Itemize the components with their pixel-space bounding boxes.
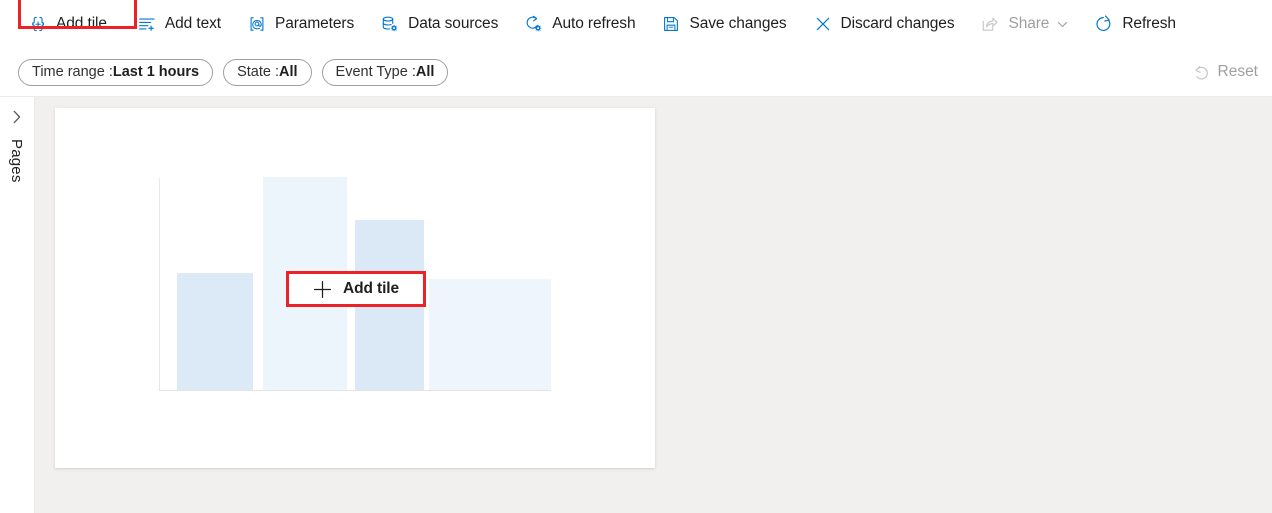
filter-pill-event-type-key: Event Type : [335, 64, 416, 80]
filter-pill-time-range-value: Last 1 hours [112, 64, 200, 80]
filter-bar: Time range : Last 1 hours State : All Ev… [0, 48, 1272, 97]
empty-tile-card: Add tile [55, 108, 655, 468]
refresh-circle-icon [1095, 15, 1113, 33]
command-toolbar: Add tile Add text Parameters Data source… [0, 0, 1272, 48]
share-label: Share [1008, 15, 1050, 32]
share-button[interactable]: Share [974, 8, 1077, 40]
chart-bar [498, 279, 551, 390]
filter-pill-state-value: All [279, 64, 298, 80]
parameters-button[interactable]: Parameters [241, 8, 363, 40]
reset-filters-button[interactable]: Reset [1185, 56, 1267, 88]
text-lines-plus-icon [138, 15, 156, 33]
filter-pill-state-key: State : [237, 64, 279, 80]
plus-icon [313, 280, 332, 299]
add-tile-button[interactable]: Add tile [18, 0, 137, 40]
save-changes-button[interactable]: Save changes [655, 8, 795, 40]
chevron-down-icon [1057, 19, 1068, 30]
refresh-label: Refresh [1122, 15, 1176, 32]
refresh-gear-icon [525, 15, 543, 33]
save-changes-label: Save changes [689, 15, 787, 32]
filter-pill-event-type-value: All [415, 64, 435, 80]
chart-x-axis [159, 390, 551, 391]
discard-changes-button[interactable]: Discard changes [807, 8, 964, 40]
close-x-icon [814, 15, 832, 33]
braces-plus-icon [29, 15, 47, 33]
chart-bar [176, 272, 254, 390]
chart-y-axis [159, 178, 160, 391]
chevron-right-icon[interactable] [9, 109, 25, 125]
add-tile-label: Add tile [56, 15, 107, 32]
add-text-button[interactable]: Add text [131, 8, 230, 40]
add-tile-overlay-button[interactable]: Add tile [286, 271, 426, 307]
auto-refresh-button[interactable]: Auto refresh [518, 8, 644, 40]
reset-filters-label: Reset [1217, 63, 1259, 80]
add-tile-overlay-label: Add tile [342, 280, 400, 297]
dashboard-canvas: Add tile [35, 97, 1272, 513]
filter-pill-time-range-key: Time range : [32, 64, 113, 80]
data-sources-button[interactable]: Data sources [374, 8, 507, 40]
at-brackets-icon [248, 15, 266, 33]
pages-rail-label: Pages [8, 139, 25, 183]
auto-refresh-label: Auto refresh [552, 15, 636, 32]
pages-rail[interactable]: Pages [0, 97, 35, 513]
filter-pill-time-range[interactable]: Time range : Last 1 hours [18, 58, 214, 86]
database-gear-icon [381, 15, 399, 33]
discard-changes-label: Discard changes [840, 15, 955, 32]
add-text-label: Add text [164, 15, 221, 32]
share-arrow-icon [981, 15, 999, 33]
filter-pill-state[interactable]: State : All [223, 58, 312, 86]
data-sources-label: Data sources [408, 15, 499, 32]
chart-bar [429, 279, 499, 390]
filter-pill-event-type[interactable]: Event Type : All [321, 58, 449, 86]
parameters-label: Parameters [274, 15, 355, 32]
save-floppy-icon [662, 15, 680, 33]
refresh-button[interactable]: Refresh [1088, 8, 1185, 40]
undo-arrow-icon [1193, 64, 1210, 81]
